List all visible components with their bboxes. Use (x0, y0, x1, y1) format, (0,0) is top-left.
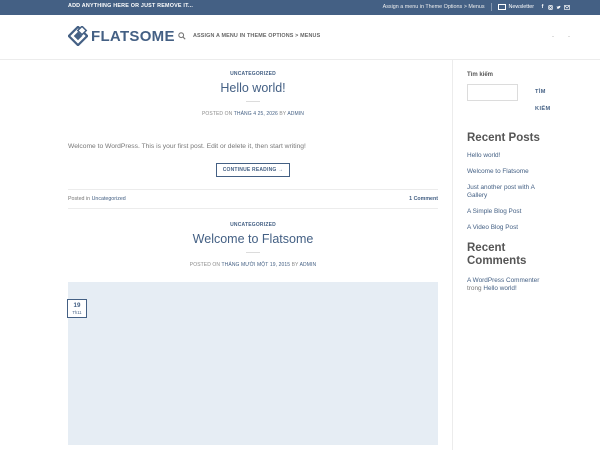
recent-posts-list: Hello world! Welcome to Flatsome Just an… (467, 152, 577, 232)
twitter-icon[interactable] (556, 5, 561, 10)
header-account-placeholder[interactable]: - (550, 34, 556, 40)
newsletter-icon (497, 4, 506, 10)
search-input[interactable] (467, 84, 518, 101)
post-meta: POSTED ON THÁNG 4 25, 2026 BY ADMIN (68, 111, 438, 117)
newsletter-link[interactable]: Newsletter (509, 4, 534, 10)
recent-post-link[interactable]: A Simple Blog Post (467, 208, 577, 216)
header-nav: ASSIGN A MENU IN THEME OPTIONS > MENUS (178, 32, 320, 40)
top-bar-divider (490, 3, 492, 11)
recent-comments-title: Recent Comments (467, 242, 527, 267)
recent-posts-title: Recent Posts (467, 132, 540, 144)
post-meta: POSTED ON THÁNG MƯỜI MỘT 19, 2015 BY ADM… (68, 262, 438, 268)
sidebar: Tìm kiếm TÌM KIẾM Recent Posts Hello wor… (467, 72, 577, 293)
top-bar: ADD ANYTHING HERE OR JUST REMOVE IT... A… (0, 0, 600, 15)
recent-post-link[interactable]: Hello world! (467, 152, 577, 160)
comment-on-label: trong (467, 285, 482, 292)
comment-post-link[interactable]: Hello world! (483, 285, 516, 292)
nav-menu-link[interactable]: ASSIGN A MENU IN THEME OPTIONS > MENUS (193, 33, 320, 39)
meta-date-link[interactable]: THÁNG MƯỜI MỘT 19, 2015 (222, 262, 291, 268)
top-bar-message: ADD ANYTHING HERE OR JUST REMOVE IT... (68, 3, 194, 9)
header-cart-placeholder[interactable]: - (566, 34, 572, 40)
logo-icon (68, 26, 88, 46)
search-widget-label: Tìm kiếm (467, 72, 494, 78)
comments-link[interactable]: 1 Comment (409, 196, 438, 202)
title-divider (246, 252, 260, 253)
search-button-line-1: TÌM (535, 89, 546, 95)
meta-author-link[interactable]: ADMIN (287, 111, 304, 117)
search-widget: TÌM KIẾM (467, 84, 577, 112)
post-hello-world: UNCATEGORIZED Hello world! POSTED ON THÁ… (68, 60, 438, 209)
meta-by: BY (279, 111, 287, 117)
facebook-icon[interactable]: f (540, 4, 545, 10)
main-content: UNCATEGORIZED Hello world! POSTED ON THÁ… (67, 60, 438, 445)
meta-by: BY (291, 262, 299, 268)
post-title[interactable]: Welcome to Flatsome (68, 232, 438, 246)
posted-in-category-link[interactable]: Uncategorized (92, 196, 126, 202)
top-bar-menu-hint[interactable]: Assign a menu in Theme Options > Menus (383, 4, 485, 10)
date-badge-month: Th11 (72, 310, 82, 315)
featured-image[interactable]: 19 Th11 (67, 282, 438, 445)
search-submit-button[interactable]: TÌM KIẾM (535, 84, 551, 112)
instagram-icon[interactable] (548, 4, 553, 10)
meta-prefix: POSTED ON (189, 262, 221, 268)
header-right-icons: - - (550, 34, 572, 40)
meta-date-link[interactable]: THÁNG 4 25, 2026 (234, 111, 278, 117)
sidebar-divider (452, 60, 453, 450)
meta-prefix: POSTED ON (201, 111, 233, 117)
top-bar-right: Assign a menu in Theme Options > Menus N… (383, 3, 570, 11)
post-category[interactable]: UNCATEGORIZED (68, 222, 438, 228)
post-title[interactable]: Hello world! (68, 81, 438, 95)
site-header: FLATSOME ASSIGN A MENU IN THEME OPTIONS … (0, 15, 600, 60)
recent-comment-item: A WordPress Commenter trong Hello world! (467, 277, 577, 293)
comment-author-link[interactable]: A WordPress Commenter (467, 277, 539, 284)
search-button-line-2: KIẾM (535, 106, 551, 112)
posted-in-label: Posted in (68, 196, 91, 202)
post-excerpt: Welcome to WordPress. This is your first… (68, 143, 306, 150)
email-icon[interactable] (564, 4, 570, 10)
recent-post-link[interactable]: A Video Blog Post (467, 224, 577, 232)
meta-author-link[interactable]: ADMIN (300, 262, 317, 268)
search-icon[interactable] (178, 32, 186, 40)
site-logo[interactable]: FLATSOME (68, 26, 175, 46)
post-welcome-to-flatsome: UNCATEGORIZED Welcome to Flatsome POSTED… (67, 209, 438, 445)
post-category[interactable]: UNCATEGORIZED (68, 71, 438, 77)
recent-post-link[interactable]: Just another post with A Gallery (467, 184, 547, 200)
title-divider (246, 101, 260, 102)
post-footer-category: Posted in Uncategorized (68, 196, 126, 202)
recent-post-link[interactable]: Welcome to Flatsome (467, 168, 577, 176)
post-footer: Posted in Uncategorized 1 Comment (68, 189, 438, 209)
logo-text: FLATSOME (91, 27, 175, 45)
date-badge-day: 19 (73, 302, 81, 309)
continue-reading-button[interactable]: CONTINUE READING → (215, 163, 291, 177)
date-badge: 19 Th11 (67, 299, 87, 318)
post-footer-comments: 1 Comment (409, 196, 438, 202)
social-icons: f (540, 4, 570, 10)
